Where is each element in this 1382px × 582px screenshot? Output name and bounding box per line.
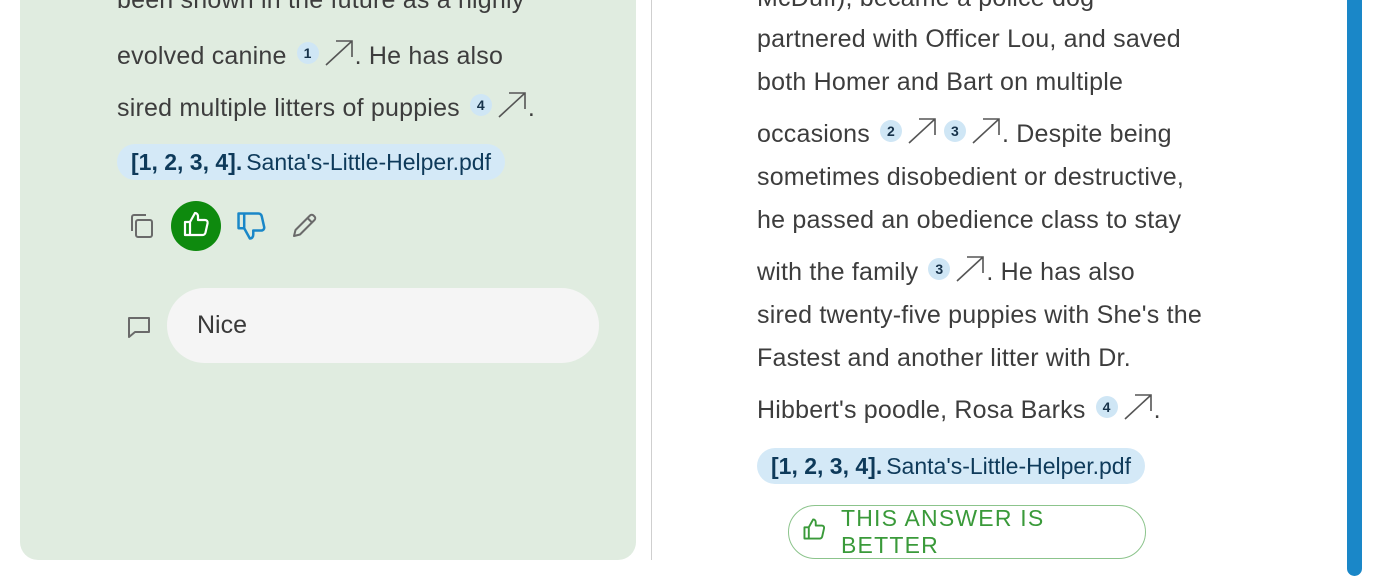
source-refs: [1, 2, 3, 4]. bbox=[771, 453, 883, 479]
this-answer-is-better-button[interactable]: THIS ANSWER IS BETTER bbox=[788, 505, 1146, 559]
citation-badge[interactable]: 4 bbox=[1095, 396, 1118, 418]
answer-panel-left bbox=[20, 0, 636, 560]
comment-icon bbox=[124, 312, 154, 342]
citation-badge[interactable]: 3 bbox=[943, 120, 966, 142]
external-link-icon[interactable] bbox=[906, 116, 938, 146]
answer-text-line: occasions 2 3 . Despite being bbox=[757, 116, 1172, 149]
citation-badge[interactable]: 4 bbox=[469, 94, 492, 116]
answer-text-line: been shown in the future as a highly bbox=[117, 0, 525, 14]
source-filename: Santa's-Little-Helper.pdf bbox=[886, 453, 1131, 479]
answer-text-line: McDuff), became a police dog bbox=[757, 0, 1094, 13]
text-segment: . bbox=[1153, 396, 1161, 424]
copy-icon[interactable] bbox=[124, 208, 160, 244]
citation-badge[interactable]: 2 bbox=[879, 120, 902, 142]
answer-text-line: partnered with Officer Lou, and saved bbox=[757, 25, 1181, 53]
answer-text-line: both Homer and Bart on multiple bbox=[757, 68, 1124, 96]
text-segment: . Despite being bbox=[1001, 120, 1172, 148]
panel-divider bbox=[651, 0, 652, 560]
text-segment: . bbox=[527, 94, 536, 122]
external-link-icon[interactable] bbox=[954, 254, 986, 284]
thumbs-up-icon bbox=[181, 209, 211, 244]
source-filename: Santa's-Little-Helper.pdf bbox=[246, 149, 491, 175]
external-link-icon[interactable] bbox=[970, 116, 1002, 146]
source-refs: [1, 2, 3, 4]. bbox=[131, 149, 243, 175]
answer-text-line: Fastest and another litter with Dr. bbox=[757, 344, 1131, 372]
text-segment: Hibbert's poodle, Rosa Barks bbox=[757, 396, 1086, 424]
answer-text-line: evolved canine 1 . He has also bbox=[117, 38, 503, 71]
external-link-icon[interactable] bbox=[496, 90, 528, 120]
thumbs-down-icon[interactable] bbox=[232, 207, 270, 245]
source-chip[interactable]: [1, 2, 3, 4]. Santa's-Little-Helper.pdf bbox=[117, 144, 505, 180]
better-button-label: THIS ANSWER IS BETTER bbox=[841, 505, 1045, 558]
text-segment: sired multiple litters of puppies bbox=[117, 94, 460, 122]
text-segment: . He has also bbox=[986, 258, 1135, 286]
thumbs-up-button[interactable] bbox=[171, 201, 221, 251]
external-link-icon[interactable] bbox=[323, 38, 355, 68]
answer-text-line: sired multiple litters of puppies 4. bbox=[117, 90, 535, 123]
source-chip[interactable]: [1, 2, 3, 4]. Santa's-Little-Helper.pdf bbox=[757, 448, 1145, 484]
pencil-icon[interactable] bbox=[286, 208, 322, 244]
citation-badge[interactable]: 3 bbox=[928, 258, 951, 280]
answer-text-line: sometimes disobedient or destructive, bbox=[757, 163, 1185, 191]
answer-text-line: Hibbert's poodle, Rosa Barks 4. bbox=[757, 392, 1161, 425]
citation-badge[interactable]: 1 bbox=[296, 42, 319, 64]
answer-text-line: sired twenty-five puppies with She's the bbox=[757, 301, 1202, 329]
comment-field[interactable]: Nice bbox=[167, 288, 599, 363]
scrollbar[interactable] bbox=[1347, 0, 1362, 576]
text-segment: occasions bbox=[757, 120, 870, 148]
text-segment: with the family bbox=[757, 258, 919, 286]
answer-text-line: with the family 3 . He has also bbox=[757, 254, 1135, 287]
answer-text-line: he passed an obedience class to stay bbox=[757, 206, 1182, 234]
thumbs-up-icon bbox=[789, 516, 841, 548]
external-link-icon[interactable] bbox=[1122, 392, 1154, 422]
text-segment: . He has also bbox=[354, 42, 504, 70]
text-segment: evolved canine bbox=[117, 42, 287, 70]
